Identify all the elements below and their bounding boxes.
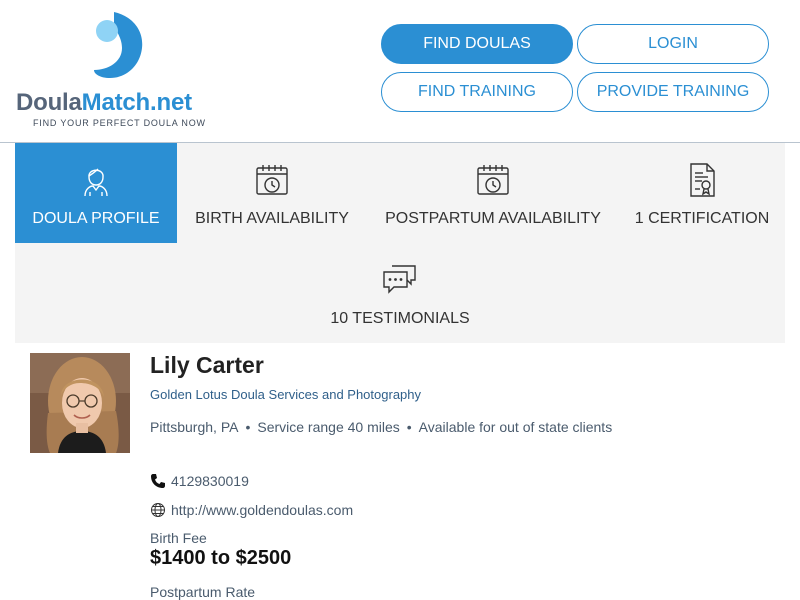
doula-location: Pittsburgh, PA (150, 419, 239, 435)
doula-location-line: Pittsburgh, PA • Service range 40 miles • Av… (150, 416, 620, 438)
chat-bubbles-icon (383, 265, 416, 294)
find-training-button[interactable]: FIND TRAINING (381, 72, 573, 112)
tab-label: DOULA PROFILE (32, 210, 160, 227)
doula-phone[interactable]: 4129830019 (171, 473, 249, 489)
certificate-icon (690, 163, 715, 197)
doula-avatar-icon (84, 168, 108, 197)
logo-text-dark: Doula (16, 89, 82, 116)
separator-dot: • (406, 419, 412, 435)
tab-testimonials[interactable]: 10 TESTIMONIALS (300, 243, 500, 343)
site-logo[interactable]: DoulaMatch.net FIND YOUR PERFECT DOULA N… (16, 12, 226, 132)
tab-label: 1 CERTIFICATION (634, 210, 770, 227)
tab-birth-availability[interactable]: BIRTH AVAILABILITY (177, 143, 367, 243)
calendar-clock-icon (477, 165, 509, 195)
profile-tabs: DOULA PROFILE BIRTH AVAILABILITY POSTPAR… (15, 143, 785, 343)
calendar-clock-icon (256, 165, 288, 195)
login-button[interactable]: LOGIN (577, 24, 769, 64)
phone-icon (151, 474, 165, 488)
website-row[interactable]: http://www.goldendoulas.com (150, 502, 353, 518)
separator-dot: • (245, 419, 251, 435)
doula-portrait-image (30, 353, 130, 453)
phone-row[interactable]: 4129830019 (150, 473, 249, 489)
birth-fee-value: $1400 to $2500 (150, 547, 292, 569)
postpartum-rate-label: Postpartum Rate (150, 584, 256, 600)
birth-fee-label: Birth Fee (150, 530, 207, 546)
doula-name: Lily Carter (150, 352, 264, 378)
logo-text-accent: Match.net (81, 89, 192, 116)
tab-postpartum-availability[interactable]: POSTPARTUM AVAILABILITY (367, 143, 619, 243)
doula-agency: Golden Lotus Doula Services and Photogra… (150, 387, 422, 402)
site-header: DoulaMatch.net FIND YOUR PERFECT DOULA N… (0, 0, 800, 143)
tab-label: BIRTH AVAILABILITY (195, 210, 349, 227)
tab-doula-profile[interactable]: DOULA PROFILE (15, 143, 177, 243)
doula-service-range: Service range 40 miles (257, 419, 400, 435)
tab-certification[interactable]: 1 CERTIFICATION (619, 143, 785, 243)
tab-label: POSTPARTUM AVAILABILITY (385, 210, 601, 227)
tab-label: 10 TESTIMONIALS (330, 310, 470, 327)
doula-website-link[interactable]: http://www.goldendoulas.com (171, 502, 353, 518)
provide-training-button[interactable]: PROVIDE TRAINING (577, 72, 769, 112)
logo-mark-icon (94, 12, 143, 78)
doula-photo (30, 353, 130, 453)
find-doulas-button[interactable]: FIND DOULAS (381, 24, 573, 64)
globe-icon (151, 503, 165, 517)
logo-tagline: FIND YOUR PERFECT DOULA NOW (33, 118, 206, 128)
doula-out-of-state: Available for out of state clients (418, 419, 613, 435)
logo-wordmark: DoulaMatch.net (16, 89, 192, 117)
